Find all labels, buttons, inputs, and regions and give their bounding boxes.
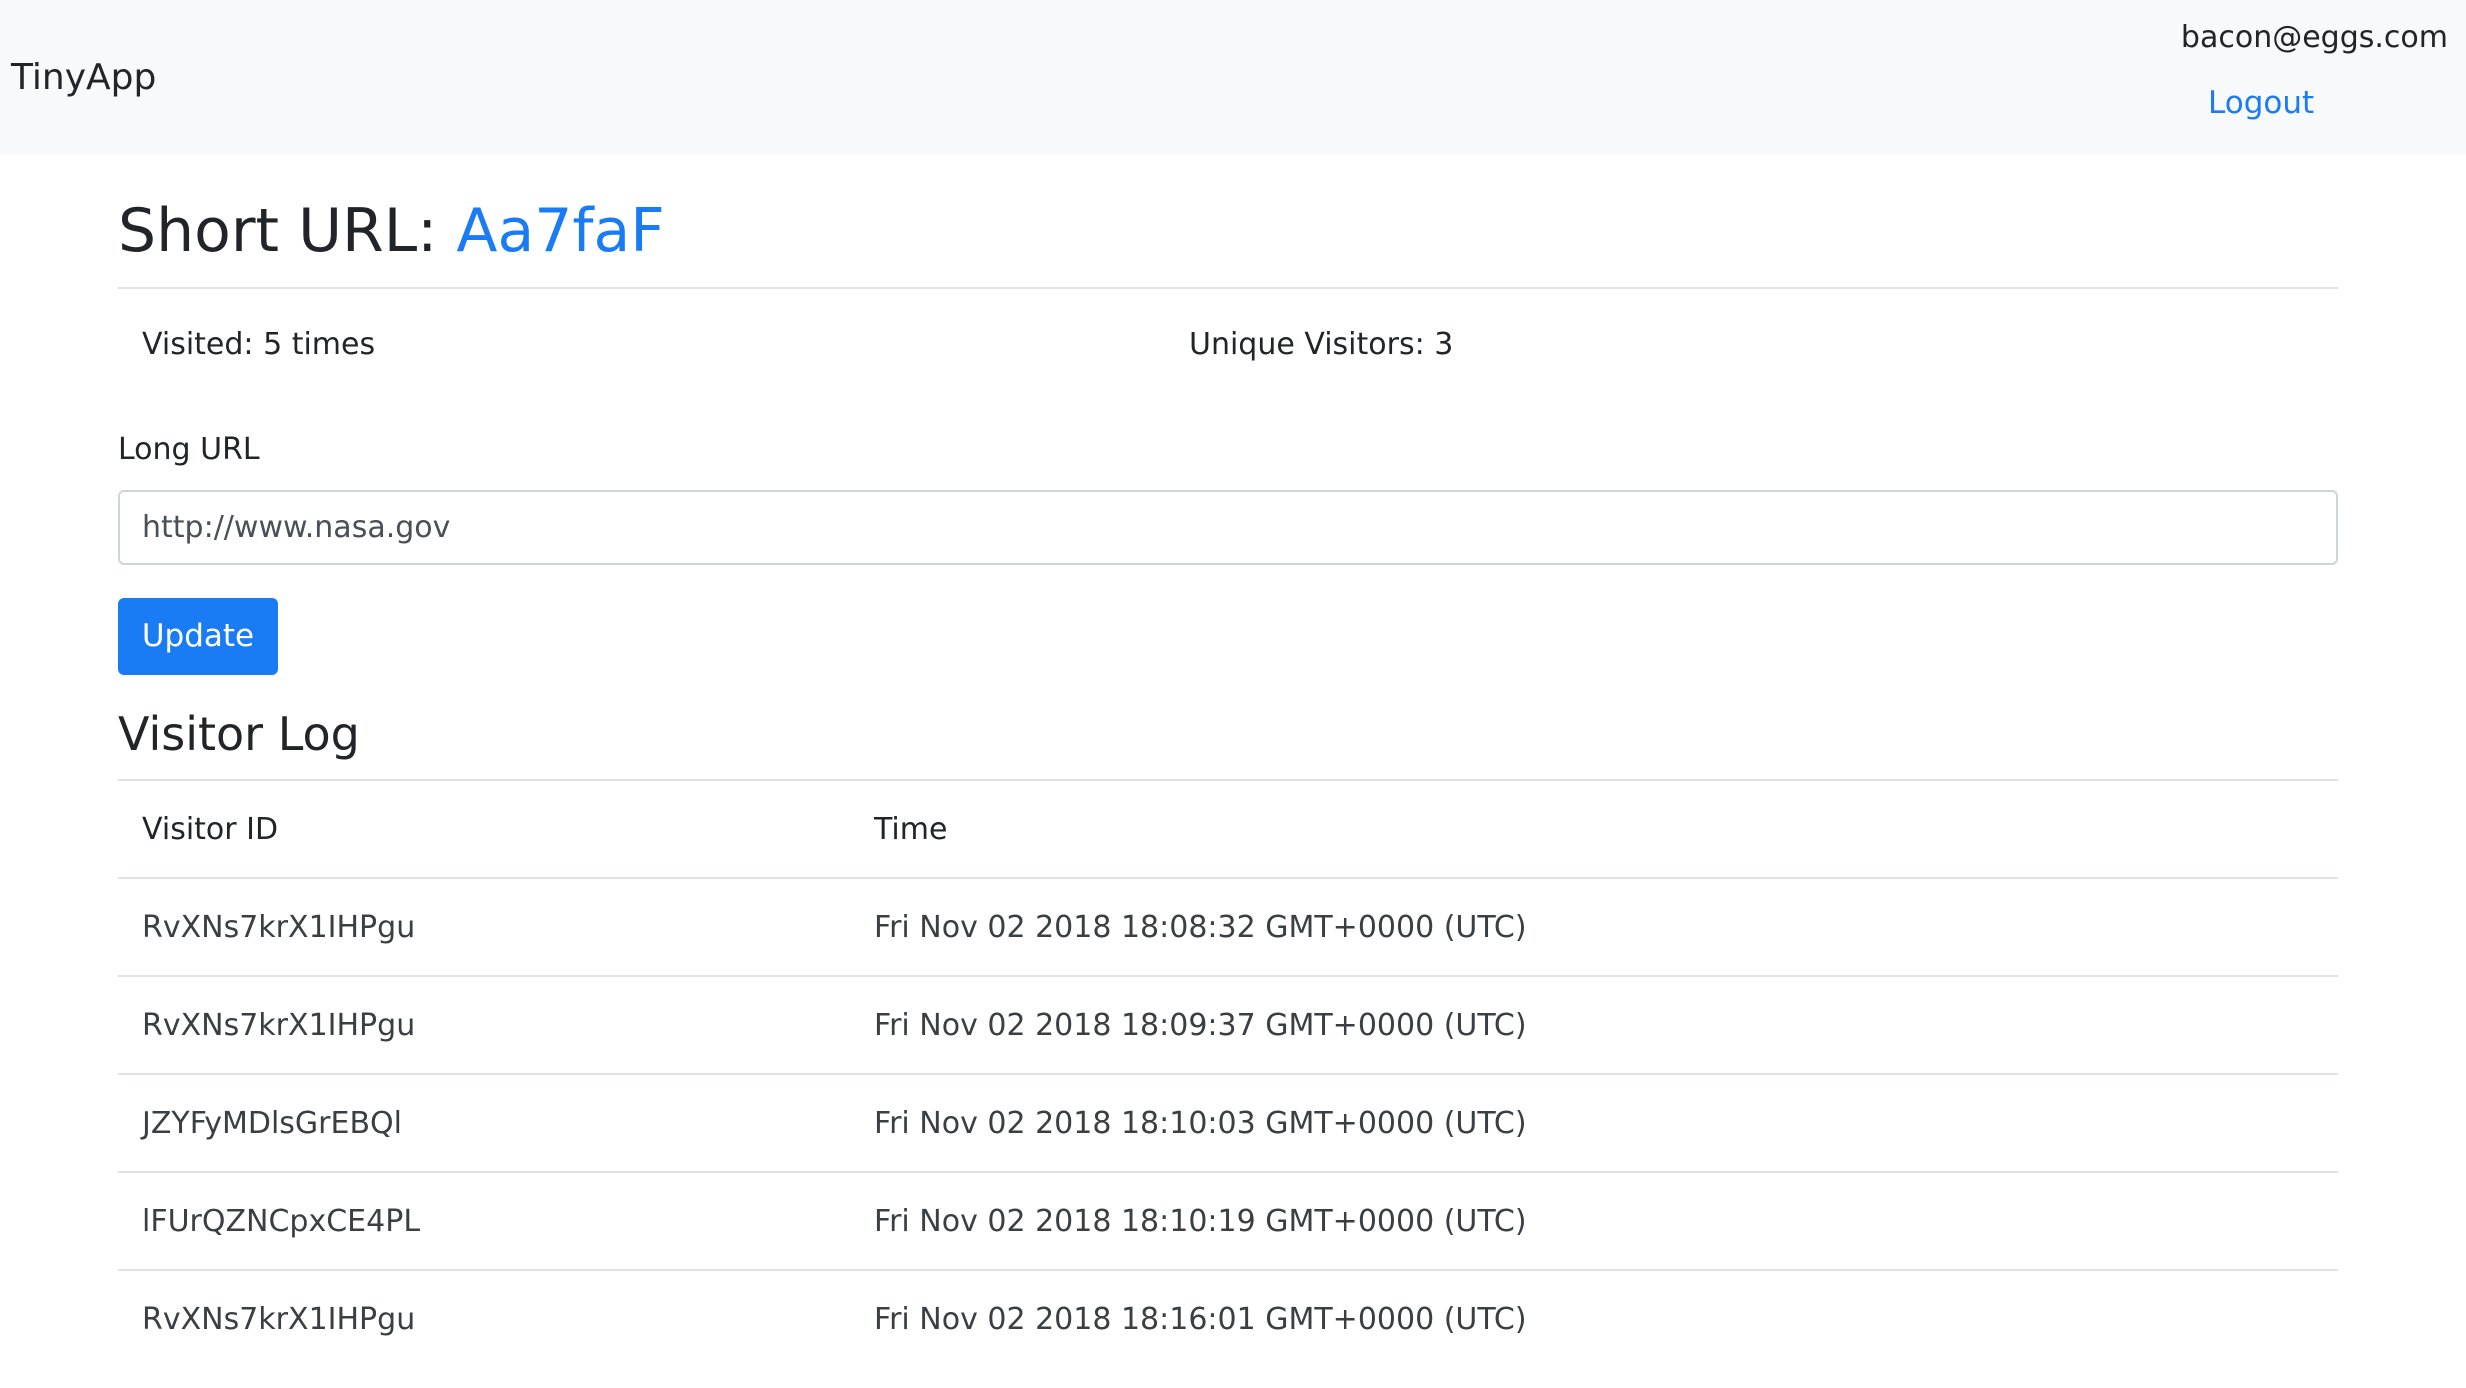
visit-count: Visited: 5 times: [142, 327, 376, 362]
visitor-log-title: Visitor Log: [118, 707, 360, 761]
update-button[interactable]: Update: [118, 598, 278, 675]
visitor-id-cell: RvXNs7krX1IHPgu: [118, 975, 850, 1074]
long-url-label: Long URL: [118, 432, 260, 467]
column-header-time: Time: [850, 779, 2338, 878]
page-title-prefix: Short URL:: [118, 196, 457, 266]
user-email: bacon@eggs.com: [2180, 20, 2448, 55]
visit-time-cell: Fri Nov 02 2018 18:08:32 GMT+0000 (UTC): [850, 877, 2338, 976]
table-row: RvXNs7krX1IHPgu Fri Nov 02 2018 18:16:01…: [118, 1269, 2338, 1368]
page-title: Short URL: Aa7faF: [118, 191, 665, 271]
table-row: lFUrQZNCpxCE4PL Fri Nov 02 2018 18:10:19…: [118, 1171, 2338, 1270]
unique-visitors: Unique Visitors: 3: [1189, 327, 1454, 362]
navbar: TinyApp bacon@eggs.com Logout: [0, 0, 2466, 155]
visit-time-cell: Fri Nov 02 2018 18:09:37 GMT+0000 (UTC): [850, 975, 2338, 1074]
visitor-id-cell: lFUrQZNCpxCE4PL: [118, 1171, 850, 1270]
table-row: JZYFyMDlsGrEBQl Fri Nov 02 2018 18:10:03…: [118, 1073, 2338, 1172]
visit-time-cell: Fri Nov 02 2018 18:10:19 GMT+0000 (UTC): [850, 1171, 2338, 1270]
title-divider: [118, 287, 2338, 289]
visitor-log-table: Visitor ID Time RvXNs7krX1IHPgu Fri Nov …: [118, 779, 2338, 1368]
table-row: RvXNs7krX1IHPgu Fri Nov 02 2018 18:09:37…: [118, 975, 2338, 1074]
logout-link[interactable]: Logout: [2208, 82, 2314, 124]
brand-link[interactable]: TinyApp: [11, 54, 156, 102]
column-header-visitor-id: Visitor ID: [118, 779, 850, 878]
long-url-input[interactable]: [118, 490, 2338, 565]
visitor-id-cell: RvXNs7krX1IHPgu: [118, 877, 850, 976]
table-header-row: Visitor ID Time: [118, 779, 2338, 878]
visit-time-cell: Fri Nov 02 2018 18:10:03 GMT+0000 (UTC): [850, 1073, 2338, 1172]
visitor-id-cell: JZYFyMDlsGrEBQl: [118, 1073, 850, 1172]
short-url-code: Aa7faF: [456, 196, 665, 266]
visit-time-cell: Fri Nov 02 2018 18:16:01 GMT+0000 (UTC): [850, 1269, 2338, 1368]
table-row: RvXNs7krX1IHPgu Fri Nov 02 2018 18:08:32…: [118, 877, 2338, 976]
visitor-id-cell: RvXNs7krX1IHPgu: [118, 1269, 850, 1368]
